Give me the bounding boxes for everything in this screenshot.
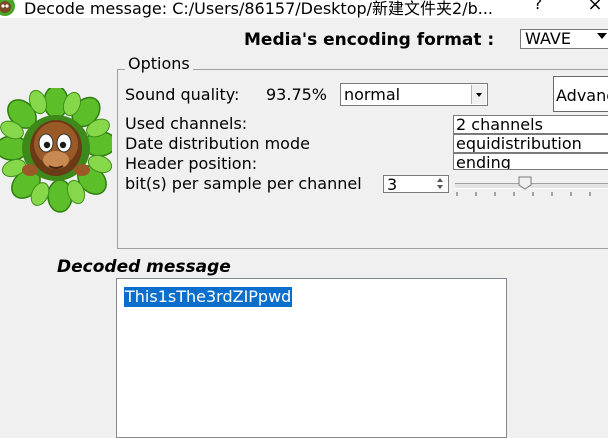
title-bar: Decode message: C:/Users/86157/Desktop/新… — [0, 0, 608, 18]
app-mascot-icon — [0, 0, 15, 16]
quality-dropdown-button[interactable] — [471, 85, 486, 104]
used-channels-field: 2 channels — [453, 115, 608, 134]
quality-value: normal — [344, 85, 401, 104]
decoded-message-title: Decoded message — [57, 257, 231, 277]
arrow-up-icon — [437, 178, 443, 182]
close-button[interactable]: × — [582, 0, 608, 16]
bits-slider-ticks — [456, 192, 591, 196]
sound-quality-percent: 93.75% — [266, 85, 328, 104]
bits-per-sample-value: 3 — [387, 175, 398, 194]
decoded-message-text: This1sThe3rdZIPpwd — [124, 287, 293, 307]
distribution-mode-label: Date distribution mode — [125, 134, 310, 153]
decoded-message-textarea[interactable]: This1sThe3rdZIPpwd — [116, 278, 507, 438]
options-legend: Options — [125, 54, 193, 73]
distribution-mode-field: equidistribution — [453, 134, 608, 153]
chevron-down-icon — [597, 33, 607, 39]
monkey-mascot-icon — [0, 88, 112, 213]
sound-quality-label: Sound quality: — [125, 85, 240, 104]
header-position-field: ending — [453, 153, 608, 170]
advanced-button-label: Advanced — [556, 86, 608, 105]
media-format-select[interactable]: WAVE — [520, 29, 608, 49]
bits-slider-thumb[interactable] — [518, 176, 532, 190]
spin-down-button[interactable] — [434, 184, 447, 191]
used-channels-value: 2 channels — [456, 115, 543, 134]
bits-per-sample-label: bit(s) per sample per channel — [125, 175, 362, 193]
window-title: Decode message: C:/Users/86157/Desktop/新… — [24, 0, 494, 18]
header-position-label: Header position: — [125, 154, 258, 173]
used-channels-label: Used channels: — [125, 114, 248, 133]
media-format-label: Media's encoding format : — [244, 30, 495, 50]
spin-up-button[interactable] — [434, 177, 447, 184]
arrow-down-icon — [437, 185, 443, 189]
advanced-button[interactable]: Advanced — [553, 76, 608, 112]
quality-select[interactable]: normal — [340, 83, 488, 106]
media-format-value: WAVE — [525, 29, 571, 48]
bits-per-sample-spinner[interactable]: 3 — [383, 175, 449, 194]
help-button[interactable]: ? — [528, 0, 548, 16]
header-position-value: ending — [456, 153, 511, 170]
distribution-mode-value: equidistribution — [456, 134, 582, 153]
chevron-down-icon — [476, 93, 482, 97]
